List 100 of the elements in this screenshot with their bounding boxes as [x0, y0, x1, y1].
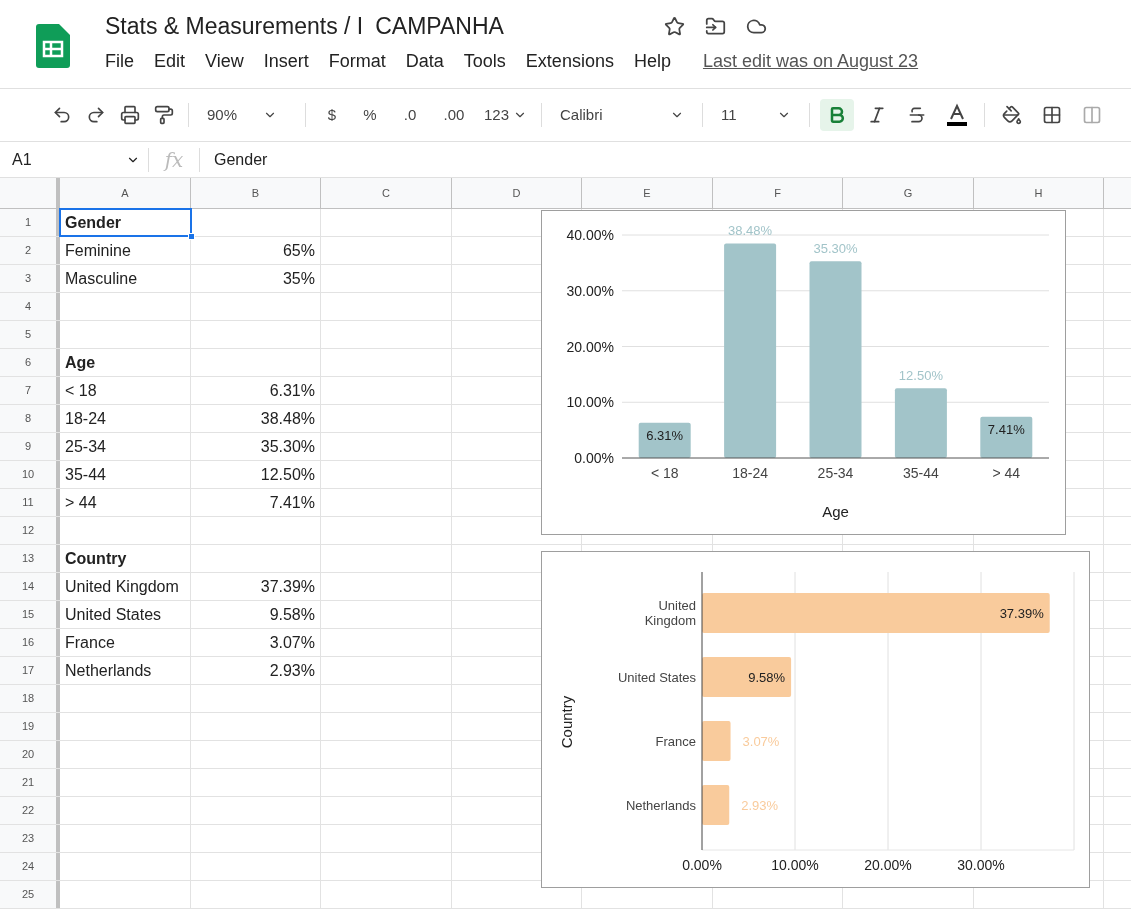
table-cell[interactable]: 65% [191, 237, 321, 264]
undo-icon [52, 105, 72, 125]
table-cell[interactable]: 7.41% [191, 489, 321, 516]
table-cell[interactable]: > 44 [60, 489, 191, 516]
data-label: 3.07% [742, 734, 780, 749]
row-header[interactable]: 9 [0, 433, 60, 460]
table-cell[interactable]: 6.31% [191, 377, 321, 404]
column-header[interactable]: A [60, 178, 191, 208]
title-field[interactable]: CAMPANHA [375, 8, 504, 44]
row-header[interactable]: 16 [0, 629, 60, 656]
row-header[interactable]: 13 [0, 545, 60, 572]
menu-item[interactable]: Extensions [525, 48, 614, 75]
number-format-dropdown[interactable]: 123 [480, 99, 532, 131]
row-header[interactable]: 25 [0, 881, 60, 908]
menu-item[interactable]: Help [633, 48, 671, 75]
row-header[interactable]: 20 [0, 741, 60, 768]
table-cell[interactable]: Netherlands [60, 657, 191, 684]
row-header[interactable]: 6 [0, 349, 60, 376]
name-box[interactable]: A1 [0, 147, 148, 172]
row-header[interactable]: 7 [0, 377, 60, 404]
category-label: United Kingdom [643, 598, 696, 628]
table-cell[interactable]: 2.93% [191, 657, 321, 684]
star-icon[interactable] [663, 15, 685, 37]
bold-button[interactable] [820, 99, 855, 131]
formula-input[interactable]: Gender [200, 142, 1131, 177]
document-title[interactable]: Stats & Measurements / I [105, 8, 364, 44]
column-header[interactable]: G [843, 178, 974, 208]
data-label: 12.50% [898, 368, 943, 384]
table-cell[interactable]: 38.48% [191, 405, 321, 432]
menu-item[interactable]: Tools [463, 48, 506, 75]
table-cell[interactable]: 25-34 [60, 433, 191, 460]
sheets-logo-icon[interactable] [35, 24, 70, 68]
data-label: 2.93% [741, 798, 779, 813]
column-header[interactable]: B [191, 178, 321, 208]
row-header[interactable]: 23 [0, 825, 60, 852]
column-header[interactable]: H [974, 178, 1104, 208]
row-header[interactable]: 4 [0, 293, 60, 320]
bar [702, 785, 730, 825]
table-cell[interactable]: 3.07% [191, 629, 321, 656]
row-header[interactable]: 21 [0, 769, 60, 796]
row-header[interactable]: 12 [0, 517, 60, 544]
printer-icon [120, 105, 140, 125]
column-header[interactable]: C [321, 178, 452, 208]
increase-decimals-button[interactable]: .00 [434, 99, 474, 131]
folder-icon[interactable] [704, 15, 726, 37]
category-label: France [655, 733, 696, 749]
table-cell[interactable]: Feminine [60, 237, 191, 264]
table-cell[interactable]: United States [60, 601, 191, 628]
column-header[interactable]: D [452, 178, 582, 208]
font-dropdown[interactable]: Calibri [552, 99, 693, 131]
table-cell[interactable]: 35.30% [191, 433, 321, 460]
table-cell[interactable]: 35% [191, 265, 321, 292]
row-header[interactable]: 14 [0, 573, 60, 600]
row-header[interactable]: 3 [0, 265, 60, 292]
menu-item[interactable]: Format [328, 48, 386, 75]
bar [638, 422, 691, 458]
row-header[interactable]: 17 [0, 657, 60, 684]
row-header[interactable]: 11 [0, 489, 60, 516]
row-header[interactable]: 22 [0, 797, 60, 824]
percent-button[interactable]: % [354, 99, 386, 131]
column-header[interactable]: E [582, 178, 713, 208]
column-header[interactable]: F [713, 178, 843, 208]
row-header[interactable]: 15 [0, 601, 60, 628]
row-header[interactable]: 2 [0, 237, 60, 264]
table-cell[interactable]: Masculine [60, 265, 191, 292]
row-header[interactable]: 24 [0, 853, 60, 880]
row-header[interactable]: 19 [0, 713, 60, 740]
decrease-decimals-button[interactable]: .0 [392, 99, 428, 131]
row-header[interactable]: 1 [0, 209, 60, 236]
bar [702, 721, 731, 761]
row-header[interactable]: 10 [0, 461, 60, 488]
row-header[interactable]: 8 [0, 405, 60, 432]
menu-item[interactable]: View [205, 48, 244, 75]
row-header[interactable]: 5 [0, 321, 60, 348]
menu-item[interactable]: File [105, 48, 134, 75]
menu-item[interactable]: Data [405, 48, 444, 75]
table-cell[interactable]: 18-24 [60, 405, 191, 432]
table-cell[interactable]: Age [60, 349, 191, 376]
bar [980, 416, 1033, 458]
fx-label: fx [162, 146, 185, 174]
redo-icon [86, 105, 106, 125]
font-size-dropdown[interactable]: 11 [713, 99, 800, 131]
axis-tick-label: 30.00% [566, 282, 614, 299]
table-cell[interactable]: Country [60, 545, 191, 572]
data-label: 7.41% [987, 421, 1025, 437]
row-header[interactable]: 18 [0, 685, 60, 712]
zoom-dropdown[interactable]: 90% [199, 99, 295, 131]
table-cell[interactable]: 35-44 [60, 461, 191, 488]
last-edit-link[interactable]: Last edit was on August 23 [702, 48, 919, 75]
borders-icon [1042, 105, 1063, 125]
menu-item[interactable]: Edit [154, 48, 186, 75]
axis-tick-label: 0.00% [682, 857, 722, 873]
currency-button[interactable]: $ [316, 99, 348, 131]
table-cell[interactable]: 37.39% [191, 573, 321, 600]
menu-item[interactable]: Insert [263, 48, 309, 75]
table-cell[interactable]: United Kingdom [60, 573, 191, 600]
table-cell[interactable]: France [60, 629, 191, 656]
table-cell[interactable]: < 18 [60, 377, 191, 404]
table-cell[interactable]: 12.50% [191, 461, 321, 488]
table-cell[interactable]: 9.58% [191, 601, 321, 628]
